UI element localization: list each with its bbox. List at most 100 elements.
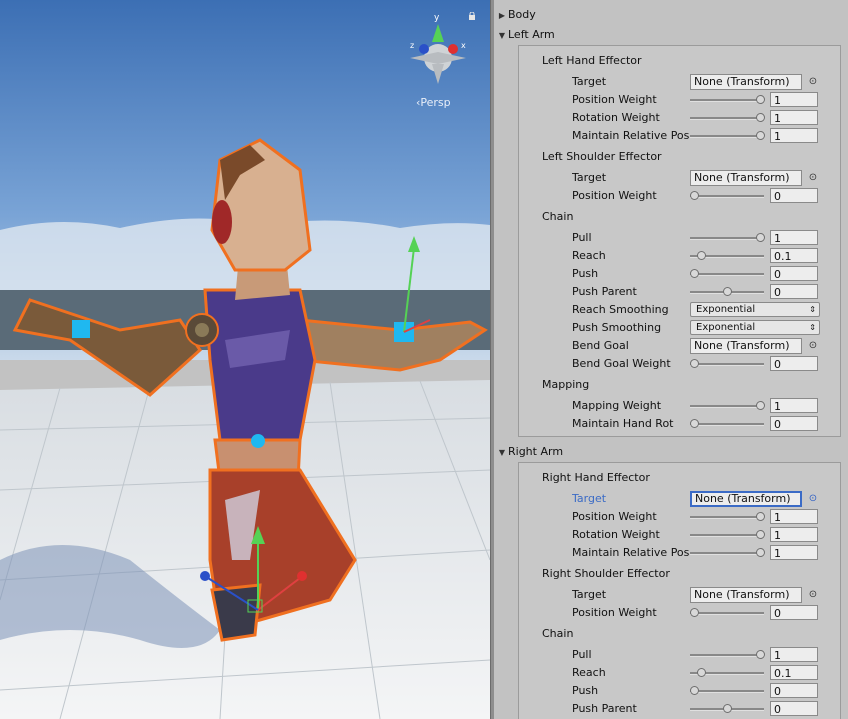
number-field[interactable]: 0 (770, 284, 818, 299)
slider-track[interactable] (690, 99, 764, 102)
foldout-body[interactable]: ▶ Body (496, 6, 536, 24)
number-field[interactable]: 0 (770, 683, 818, 698)
slider-track[interactable] (690, 195, 764, 198)
weight-slider[interactable] (690, 526, 765, 544)
weight-slider[interactable] (690, 109, 765, 127)
object-picker-icon[interactable]: ⊙ (808, 341, 818, 351)
slider-thumb[interactable] (696, 668, 706, 677)
weight-slider[interactable] (690, 91, 765, 109)
weight-slider[interactable] (690, 604, 764, 622)
slider-thumb[interactable] (690, 191, 699, 200)
slider-thumb[interactable] (756, 131, 765, 140)
weight-slider[interactable] (690, 646, 765, 664)
number-field[interactable]: 0 (770, 356, 818, 371)
number-field[interactable]: 0.1 (770, 665, 818, 680)
weight-slider[interactable] (690, 247, 764, 265)
number-field[interactable]: 1 (770, 128, 818, 143)
number-field[interactable]: 0.1 (770, 248, 818, 263)
object-field[interactable]: None (Transform) (690, 74, 802, 90)
smoothing-dropdown[interactable]: Exponential ⇕ (690, 302, 820, 317)
slider-track[interactable] (690, 534, 764, 537)
slider-thumb[interactable] (756, 233, 765, 242)
number-field[interactable]: 1 (770, 398, 818, 413)
object-picker-icon[interactable]: ⊙ (808, 173, 818, 183)
weight-slider[interactable] (690, 127, 765, 145)
weight-slider[interactable] (690, 664, 764, 682)
slider-track[interactable] (690, 363, 764, 366)
object-field[interactable]: None (Transform) (690, 587, 802, 603)
svg-text:z: z (410, 41, 414, 50)
foldout-label: Body (508, 8, 536, 21)
number-field[interactable]: 1 (770, 545, 818, 560)
object-picker-icon[interactable]: ⊙ (808, 77, 818, 87)
slider-track[interactable] (690, 117, 764, 120)
number-field[interactable]: 1 (770, 509, 818, 524)
smoothing-dropdown[interactable]: Exponential ⇕ (690, 320, 820, 335)
left-hand-effector-handle[interactable] (72, 320, 90, 338)
object-picker-icon[interactable]: ⊙ (808, 590, 818, 600)
number-field[interactable]: 1 (770, 647, 818, 662)
slider-thumb[interactable] (690, 686, 699, 695)
slider-thumb[interactable] (690, 269, 699, 278)
slider-thumb[interactable] (690, 608, 699, 617)
slider-thumb[interactable] (756, 512, 765, 521)
weight-slider[interactable] (690, 544, 765, 562)
weight-slider[interactable] (690, 508, 765, 526)
weight-slider[interactable] (690, 229, 765, 247)
slider-track[interactable] (690, 405, 764, 408)
weight-slider[interactable] (690, 700, 764, 718)
slider-thumb[interactable] (723, 287, 732, 296)
number-field[interactable]: 0 (770, 188, 818, 203)
slider-thumb[interactable] (756, 650, 765, 659)
slider-track[interactable] (690, 654, 764, 657)
slider-track[interactable] (690, 516, 764, 519)
weight-slider[interactable] (690, 415, 764, 433)
weight-slider[interactable] (690, 682, 764, 700)
slider-thumb[interactable] (723, 704, 732, 713)
number-field[interactable]: 0 (770, 266, 818, 281)
projection-label[interactable]: ‹Persp (416, 96, 451, 109)
slider-track[interactable] (690, 612, 764, 615)
slider-thumb[interactable] (690, 419, 699, 428)
property-label: Push (572, 267, 599, 280)
scene-view[interactable]: y z x ‹Persp (0, 0, 490, 719)
weight-slider[interactable] (690, 187, 764, 205)
triangle-down-icon: ▼ (498, 31, 506, 40)
lock-icon[interactable] (468, 12, 476, 20)
number-field[interactable]: 1 (770, 527, 818, 542)
number-field[interactable]: 1 (770, 92, 818, 107)
slider-thumb[interactable] (696, 251, 706, 260)
slider-track[interactable] (690, 552, 764, 555)
slider-track[interactable] (690, 690, 764, 693)
slider-thumb[interactable] (690, 359, 699, 368)
property-label: Reach (572, 249, 606, 262)
object-field[interactable]: None (Transform) (690, 170, 802, 186)
number-field[interactable]: 0 (770, 416, 818, 431)
weight-slider[interactable] (690, 355, 764, 373)
number-field[interactable]: 1 (770, 110, 818, 125)
weight-slider[interactable] (690, 283, 764, 301)
weight-slider[interactable] (690, 397, 765, 415)
foldout-right-arm[interactable]: ▼ Right Arm (496, 443, 563, 461)
object-field[interactable]: None (Transform) (690, 491, 802, 507)
slider-thumb[interactable] (756, 401, 765, 410)
property-label: Target (572, 492, 607, 505)
number-field[interactable]: 0 (770, 701, 818, 716)
slider-track[interactable] (690, 423, 764, 426)
property-label: Rotation Weight (572, 111, 660, 124)
property-label: Target (572, 75, 607, 88)
slider-track[interactable] (690, 237, 764, 240)
object-picker-icon[interactable]: ⊙ (808, 494, 818, 504)
object-field[interactable]: None (Transform) (690, 338, 802, 354)
slider-thumb[interactable] (756, 530, 765, 539)
slider-thumb[interactable] (756, 548, 765, 557)
slider-thumb[interactable] (756, 113, 765, 122)
slider-track[interactable] (690, 135, 764, 138)
body-effector-handle[interactable] (251, 434, 265, 448)
number-field[interactable]: 1 (770, 230, 818, 245)
weight-slider[interactable] (690, 265, 764, 283)
slider-track[interactable] (690, 273, 764, 276)
slider-thumb[interactable] (756, 95, 765, 104)
foldout-left-arm[interactable]: ▼ Left Arm (496, 26, 555, 44)
number-field[interactable]: 0 (770, 605, 818, 620)
